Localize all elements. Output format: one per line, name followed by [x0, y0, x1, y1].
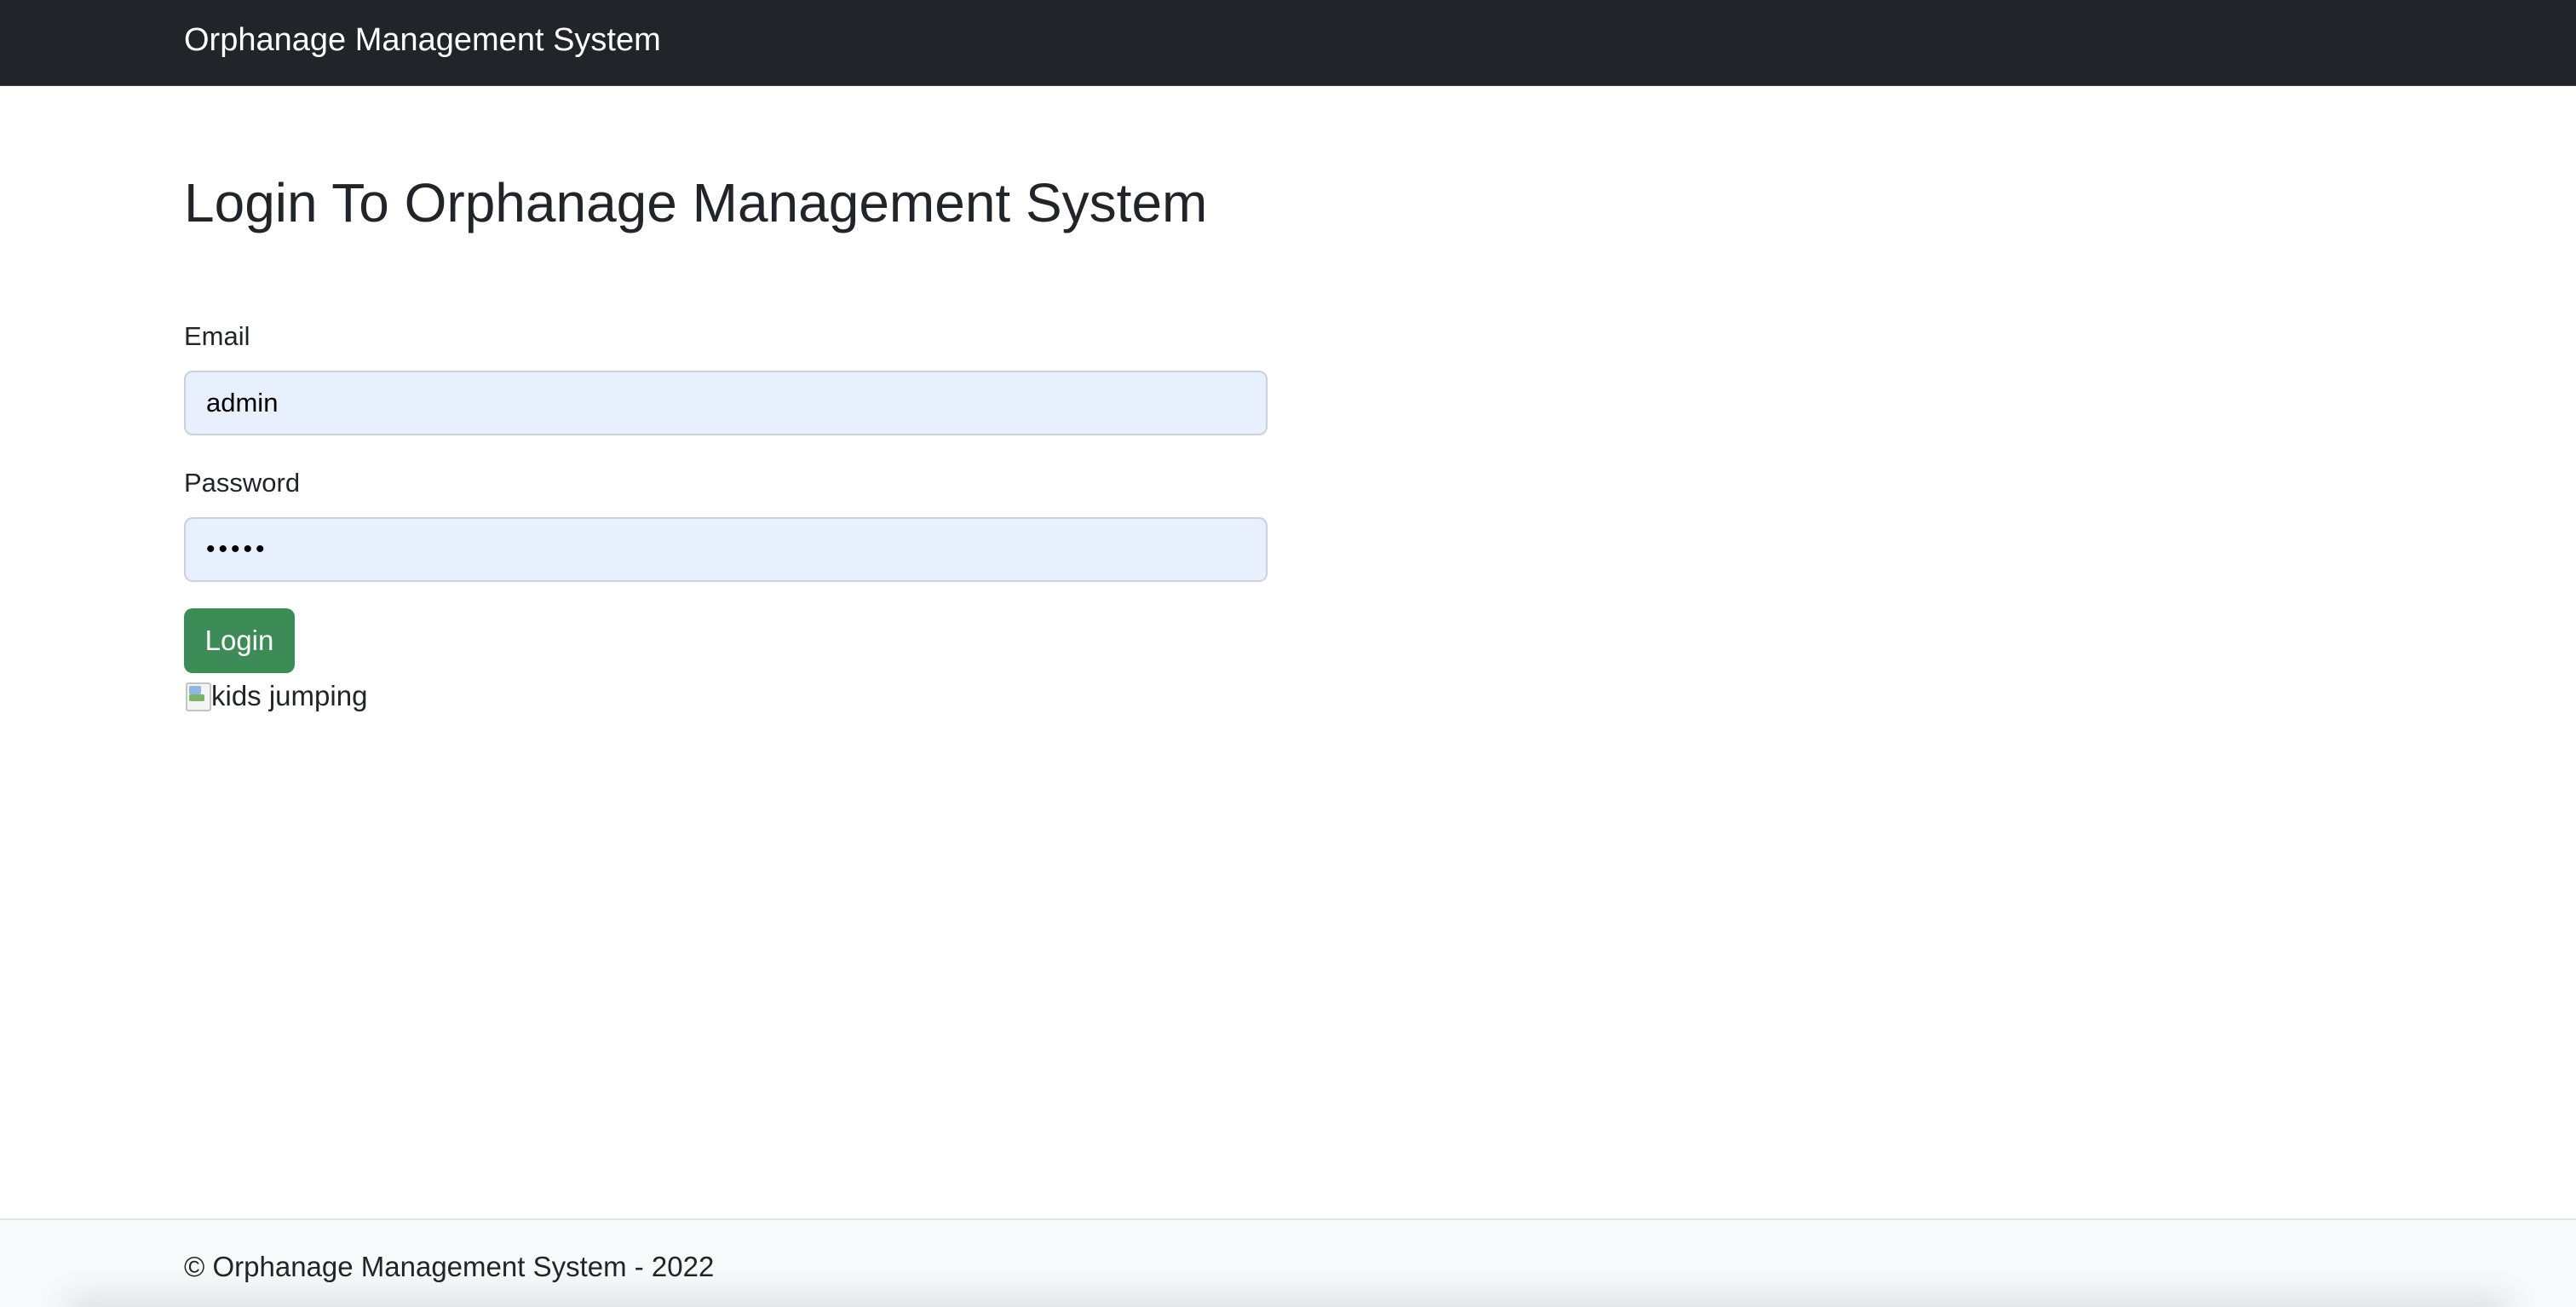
- kids-jumping-image: kids jumping: [184, 677, 367, 716]
- navbar-brand-link[interactable]: Orphanage Management System: [184, 19, 661, 61]
- footer-copyright: © Orphanage Management System - 2022: [184, 1251, 715, 1282]
- top-navbar: Orphanage Management System: [0, 0, 2576, 86]
- email-label: Email: [184, 321, 250, 351]
- footer: © Orphanage Management System - 2022: [0, 1218, 2576, 1307]
- broken-image-icon: [184, 681, 211, 711]
- page: Orphanage Management System Login To Orp…: [0, 0, 2576, 1307]
- password-label: Password: [184, 468, 301, 498]
- email-field[interactable]: [184, 371, 1268, 435]
- page-title: Login To Orphanage Management System: [184, 172, 1208, 233]
- password-field[interactable]: •••••: [184, 517, 1268, 582]
- password-mask: •••••: [206, 535, 268, 563]
- image-alt-text: kids jumping: [211, 680, 368, 711]
- login-button[interactable]: Login: [184, 608, 295, 673]
